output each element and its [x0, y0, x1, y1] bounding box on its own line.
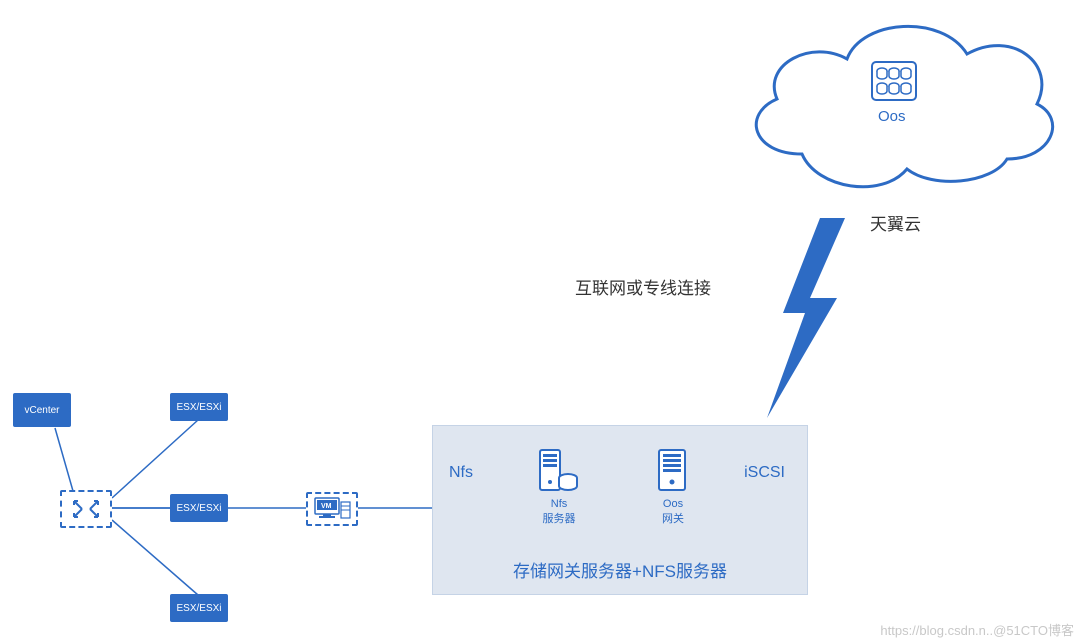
vm-node: VM — [306, 492, 358, 526]
watermark: https://blog.csdn.n..@51CTO博客 — [880, 620, 1074, 639]
cloud-service-label: Oos — [878, 108, 906, 125]
nfs-server-icon — [536, 448, 580, 494]
vcenter-label: vCenter — [24, 405, 59, 416]
switch-node — [60, 490, 112, 528]
esx2-label: ESX/ESXi — [176, 503, 221, 514]
esx1-label: ESX/ESXi — [176, 402, 221, 413]
svg-text:VM: VM — [321, 503, 332, 510]
cloud-storage-icon — [870, 60, 918, 102]
esx3-label: ESX/ESXi — [176, 603, 221, 614]
esx-node-3: ESX/ESXi — [170, 594, 228, 622]
vm-icon: VM — [312, 496, 352, 522]
oos-gateway-label: Oos 网关 — [655, 498, 691, 526]
oos-gateway-icon — [655, 448, 689, 494]
connection-label: 互联网或专线连接 — [575, 274, 711, 299]
lightning-icon — [755, 218, 855, 418]
gateway-panel: Nfs iSCSI Nfs 服务器 Oos 网关 存储网关服务器+NFS — [432, 425, 808, 595]
gateway-caption: 存储网关服务器+NFS服务器 — [433, 557, 807, 582]
cloud-name-label: 天翼云 — [870, 210, 921, 235]
switch-icon — [68, 495, 104, 523]
iscsi-protocol-label: iSCSI — [744, 464, 785, 482]
esx-node-1: ESX/ESXi — [170, 393, 228, 421]
nfs-server-label: Nfs 服务器 — [539, 498, 579, 526]
vcenter-node: vCenter — [13, 393, 71, 427]
nfs-protocol-label: Nfs — [449, 464, 473, 482]
esx-node-2: ESX/ESXi — [170, 494, 228, 522]
